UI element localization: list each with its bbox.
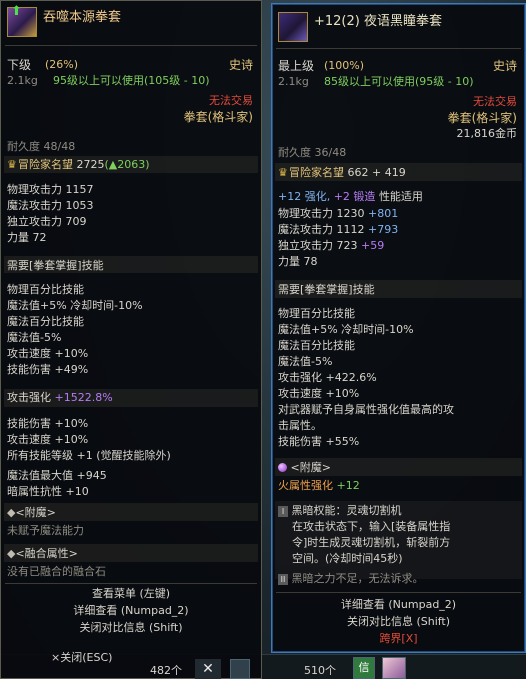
divider <box>276 48 521 49</box>
stat-indep-attack: 独立攻击力 709 <box>7 215 87 228</box>
item-type: 拳套(格斗家) <box>183 110 253 124</box>
crown-icon: ♛ <box>278 166 288 179</box>
option-line: 击属性。 <box>278 419 322 432</box>
stat-phys-attack: 物理攻击力 1157 <box>7 183 94 196</box>
cross-server-label[interactable]: 跨界[X] <box>272 632 525 646</box>
option-line: 魔法值-5% <box>278 355 333 368</box>
enchant-stat: 火属性强化 +12 <box>278 479 360 492</box>
option-line: 技能伤害 +49% <box>7 363 89 376</box>
awaken-line: 空间。(冷却时间45秒) <box>292 552 403 565</box>
item-weight: 2.1kg <box>7 74 38 87</box>
level-requirement: 95级以上可以使用(105级 - 10) <box>53 74 210 87</box>
extra-line: 技能伤害 +10% <box>7 417 89 430</box>
rarity-label: 史诗 <box>228 58 253 72</box>
level-requirement: 85级以上可以使用(95级 - 10) <box>324 75 474 88</box>
stat-mag-attack: 魔法攻击力 1112 +793 <box>278 223 399 236</box>
skill-requirement: 需要[拳套掌握]技能 <box>278 283 375 296</box>
option-line: 攻击强化 +422.6% <box>278 371 377 384</box>
item-type: 拳套(格斗家) <box>447 111 517 125</box>
crown-icon: ♛ <box>7 158 17 171</box>
trade-status: 无法交易 <box>473 95 517 108</box>
detail-view-button[interactable]: 详细查看 (Numpad_2) <box>1 604 261 618</box>
item-grade: 下级 <box>7 58 32 72</box>
extra2-line: 暗属性抗性 +10 <box>7 485 89 498</box>
stat-strength: 力量 78 <box>278 255 318 268</box>
item-grade: 最上级 <box>278 59 315 73</box>
detail-view-button[interactable]: 详细查看 (Numpad_2) <box>272 598 525 612</box>
divider <box>5 583 257 584</box>
option-line: 攻击速度 +10% <box>7 347 89 360</box>
attack-enhance-row: 攻击强化 +1522.8% <box>7 391 113 404</box>
close-compare-button[interactable]: 关闭对比信息 (Shift) <box>1 621 261 635</box>
close-compare-button[interactable]: 关闭对比信息 (Shift) <box>272 615 525 629</box>
option-line: 魔法百分比技能 <box>278 339 355 352</box>
stat-indep-attack: 独立攻击力 723 +59 <box>278 239 385 252</box>
stat-mag-attack: 魔法攻击力 1053 <box>7 199 94 212</box>
fusion-title: ◆<融合属性> <box>7 547 78 560</box>
fist-weapon-icon <box>278 12 308 42</box>
divider <box>5 45 257 46</box>
fame-row: ♛冒险家名望 662 + 419 <box>278 166 406 179</box>
item-weight: 2.1kg <box>278 75 309 88</box>
close-x-icon[interactable]: ✕ <box>195 659 221 679</box>
item-price: 21,816金币 <box>456 127 518 140</box>
tier-two-icon: II <box>278 574 288 585</box>
menu-view-button[interactable]: 查看菜单 (左键) <box>1 587 261 601</box>
fame-row: ♛冒险家名望 2725(▲2063) <box>7 158 150 171</box>
item-title: +12(2) 夜语黑瞳拳套 <box>314 14 442 29</box>
slot-icon[interactable] <box>230 659 250 679</box>
durability: 耐久度 36/48 <box>278 146 347 159</box>
compare-item-tooltip: +12(2) 夜语黑瞳拳套 最上级 (100%) 史诗 2.1kg 85级以上可… <box>271 3 526 653</box>
awaken-line: 令]时生成灵魂切割机，斩裂前方 <box>292 536 451 549</box>
equipped-item-tooltip: ⬆ 吞噬本源拳套 下级 (26%) 史诗 2.1kg 95级以上可以使用(105… <box>0 0 262 679</box>
grade-percent: (100%) <box>324 59 365 72</box>
rarity-label: 史诗 <box>492 59 517 73</box>
extra2-line: 魔法值最大值 +945 <box>7 469 107 482</box>
fist-weapon-icon: ⬆ <box>7 4 37 37</box>
option-line: 攻击速度 +10% <box>278 387 360 400</box>
extra-line: 攻击速度 +10% <box>7 433 89 446</box>
trade-status: 无法交易 <box>209 94 253 107</box>
divider <box>276 592 521 593</box>
awaken-line: 在攻击状态下，输入[装备属性指 <box>292 520 451 533</box>
avatar[interactable] <box>382 657 406 679</box>
option-line: 对武器赋予自身属性强化值最高的攻 <box>278 403 454 416</box>
grade-percent: (26%) <box>45 58 79 71</box>
option-line: 物理百分比技能 <box>7 283 84 296</box>
option-line: 物理百分比技能 <box>278 307 355 320</box>
item-title: 吞噬本源拳套 <box>43 10 122 25</box>
upgrade-arrow-icon: ⬆ <box>11 4 22 19</box>
extra-line: 所有技能等级 +1 (觉醒技能除外) <box>7 449 171 462</box>
enchant-title: <附魔> <box>278 461 331 475</box>
awaken-title: I 黑暗权能：灵魂切割机 <box>278 504 402 518</box>
option-line: 魔法百分比技能 <box>7 315 84 328</box>
awaken-second: II 黑暗之力不足，无法诉求。 <box>278 572 424 586</box>
durability: 耐久度 48/48 <box>7 140 76 153</box>
item-count-right: 510个 <box>304 664 336 677</box>
option-line: 技能伤害 +55% <box>278 435 360 448</box>
tier-one-icon: I <box>278 506 288 517</box>
enchant-title: ◆<附魔> <box>7 506 56 519</box>
option-line: 魔法值-5% <box>7 331 62 344</box>
enhance-info: +12 强化, +2 锻造 性能适用 <box>278 190 423 203</box>
option-line: 魔法值+5% 冷却时间-10% <box>7 299 143 312</box>
option-line: 魔法值+5% 冷却时间-10% <box>278 323 414 336</box>
stat-strength: 力量 72 <box>7 231 47 244</box>
stat-phys-attack: 物理攻击力 1230 +801 <box>278 207 399 220</box>
orb-icon <box>278 463 287 472</box>
item-count-left: 482个 <box>150 664 182 677</box>
fusion-text: 没有已融合的融合石 <box>7 565 106 578</box>
enchant-text: 未赋予魔法能力 <box>7 524 84 537</box>
skill-requirement: 需要[拳套掌握]技能 <box>7 259 104 272</box>
close-button[interactable]: ×关闭(ESC) <box>51 651 112 665</box>
guild-icon[interactable]: 信 <box>353 657 375 679</box>
